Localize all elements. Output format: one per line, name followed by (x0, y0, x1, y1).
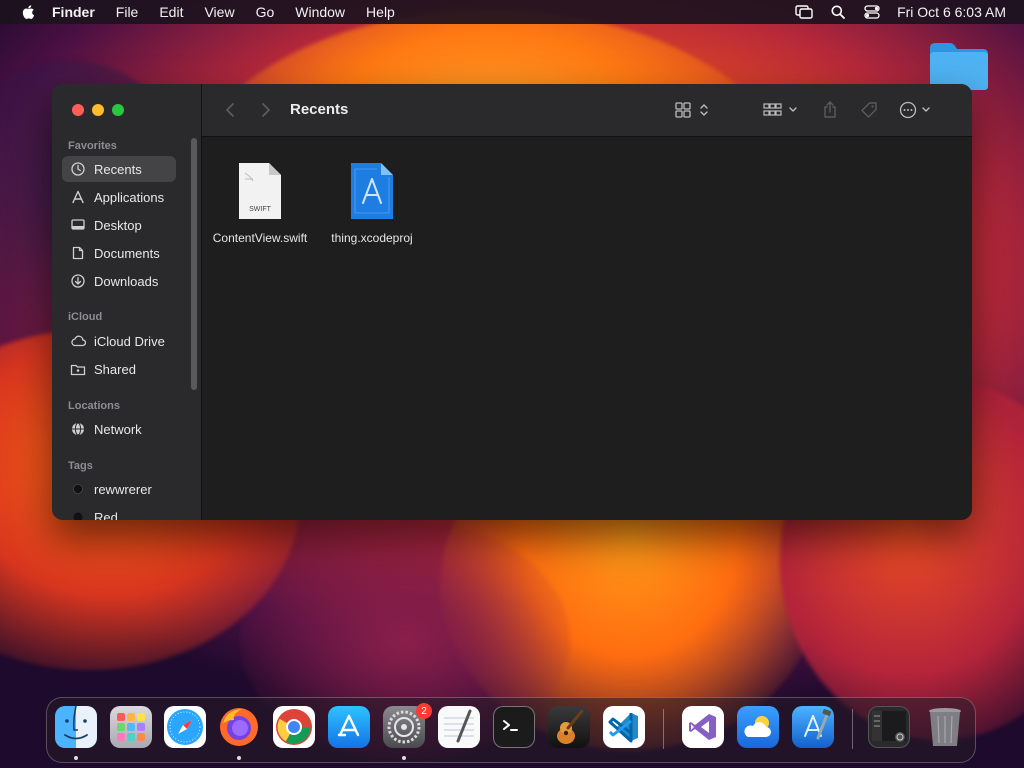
screen-mirroring-icon[interactable] (795, 4, 813, 20)
menu-help[interactable]: Help (366, 4, 395, 20)
control-center-icon[interactable] (863, 4, 881, 20)
finder-window: Favorites Recents Applications Desktop D… (52, 84, 972, 520)
desktop-icon (70, 217, 86, 233)
menu-view[interactable]: View (204, 4, 234, 20)
cloud-icon (70, 333, 86, 349)
tag-dot-icon (70, 509, 86, 520)
icloud-heading: iCloud (68, 311, 103, 323)
apple-menu-icon[interactable] (18, 3, 38, 21)
menubar-clock[interactable]: Fri Oct 6 6:03 AM (897, 4, 1006, 20)
tag-button[interactable] (858, 100, 880, 120)
sidebar-item-desktop[interactable]: Desktop (62, 212, 176, 238)
dock-firefox-icon[interactable] (218, 706, 260, 748)
sidebar-item-recents[interactable]: Recents (62, 156, 176, 182)
running-indicator (74, 756, 78, 760)
dock-terminal-icon[interactable] (493, 706, 535, 748)
sidebar-item-label: Documents (94, 245, 160, 261)
sidebar-item-shared[interactable]: Shared (62, 356, 176, 382)
file-item-contentview-swift[interactable]: SWIFT ContentView.swift (204, 161, 316, 245)
shared-folder-icon (70, 361, 86, 377)
sidebar: Favorites Recents Applications Desktop D… (52, 84, 202, 520)
sidebar-item-tag-red[interactable]: Red (62, 504, 176, 520)
dock-visual-studio-icon[interactable] (682, 706, 724, 748)
sidebar-item-downloads[interactable]: Downloads (62, 268, 176, 294)
favorites-heading: Favorites (68, 140, 117, 152)
sidebar-item-applications[interactable]: Applications (62, 184, 176, 210)
applications-icon (70, 189, 86, 205)
dock-safari-icon[interactable] (164, 706, 206, 748)
dock-weather-icon[interactable] (737, 706, 779, 748)
spotlight-search-icon[interactable] (829, 4, 847, 20)
download-icon (70, 273, 86, 289)
sidebar-item-label: Desktop (94, 217, 142, 233)
dock-launchpad-icon[interactable] (110, 706, 152, 748)
back-button[interactable] (220, 100, 240, 120)
sidebar-item-label: rewwrerer (94, 481, 152, 497)
sidebar-item-label: Red (94, 509, 118, 521)
dock-app-store-icon[interactable] (328, 706, 370, 748)
file-browser-content: SWIFT ContentView.swift thing.xcodeproj (202, 137, 972, 520)
more-actions-button[interactable] (898, 100, 938, 120)
sidebar-item-label: iCloud Drive (94, 333, 165, 349)
dock-separator (852, 709, 853, 749)
tag-dot-icon (70, 481, 86, 497)
share-button[interactable] (820, 100, 840, 120)
minimize-button[interactable] (92, 104, 104, 116)
sidebar-item-network[interactable]: Network (62, 416, 176, 442)
dock-xcode-icon[interactable] (792, 706, 834, 748)
locations-heading: Locations (68, 400, 120, 412)
forward-button[interactable] (256, 100, 276, 120)
sidebar-item-documents[interactable]: Documents (62, 240, 176, 266)
dock: 2 (46, 697, 976, 763)
menu-bar: Finder File Edit View Go Window Help Fri… (0, 0, 1024, 24)
swift-file-icon: SWIFT (239, 163, 281, 219)
xcodeproj-file-icon (351, 163, 393, 219)
file-name: thing.xcodeproj (331, 231, 413, 245)
running-indicator (237, 756, 241, 760)
toolbar: Recents (202, 84, 972, 137)
dock-finder-icon[interactable] (55, 706, 97, 748)
menu-window[interactable]: Window (295, 4, 345, 20)
document-icon (70, 245, 86, 261)
clock-icon (70, 161, 86, 177)
file-item-thing-xcodeproj[interactable]: thing.xcodeproj (316, 161, 428, 245)
window-title: Recents (290, 101, 349, 118)
dock-chrome-icon[interactable] (273, 706, 315, 748)
notification-badge: 2 (416, 703, 432, 719)
file-name: ContentView.swift (212, 231, 308, 245)
swift-badge-text: SWIFT (249, 206, 271, 213)
sidebar-item-tag-rewwrerer[interactable]: rewwrerer (62, 476, 176, 502)
dock-trash-icon[interactable] (924, 706, 966, 748)
sidebar-item-label: Downloads (94, 273, 159, 289)
window-controls (72, 104, 124, 116)
sidebar-item-label: Applications (94, 189, 165, 205)
sidebar-item-label: Shared (94, 361, 136, 377)
tags-heading: Tags (68, 460, 93, 472)
close-button[interactable] (72, 104, 84, 116)
dock-vscode-icon[interactable] (603, 706, 645, 748)
sidebar-scrollbar[interactable] (191, 138, 197, 390)
sidebar-item-label: Recents (94, 161, 142, 177)
dock-textedit-icon[interactable] (438, 706, 480, 748)
group-by-button[interactable] (762, 100, 802, 120)
view-mode-button[interactable] (674, 100, 714, 120)
dock-separator (663, 709, 664, 749)
network-globe-icon (70, 421, 86, 437)
sidebar-item-label: Network (94, 421, 142, 437)
menu-edit[interactable]: Edit (159, 4, 183, 20)
sidebar-item-icloud-drive[interactable]: iCloud Drive (62, 328, 176, 354)
dock-garageband-icon[interactable] (548, 706, 590, 748)
dock-screenshot-thumbnail-icon[interactable] (868, 706, 910, 748)
menu-file[interactable]: File (116, 4, 139, 20)
zoom-button[interactable] (112, 104, 124, 116)
menu-go[interactable]: Go (256, 4, 275, 20)
menu-finder[interactable]: Finder (52, 4, 95, 20)
running-indicator (402, 756, 406, 760)
